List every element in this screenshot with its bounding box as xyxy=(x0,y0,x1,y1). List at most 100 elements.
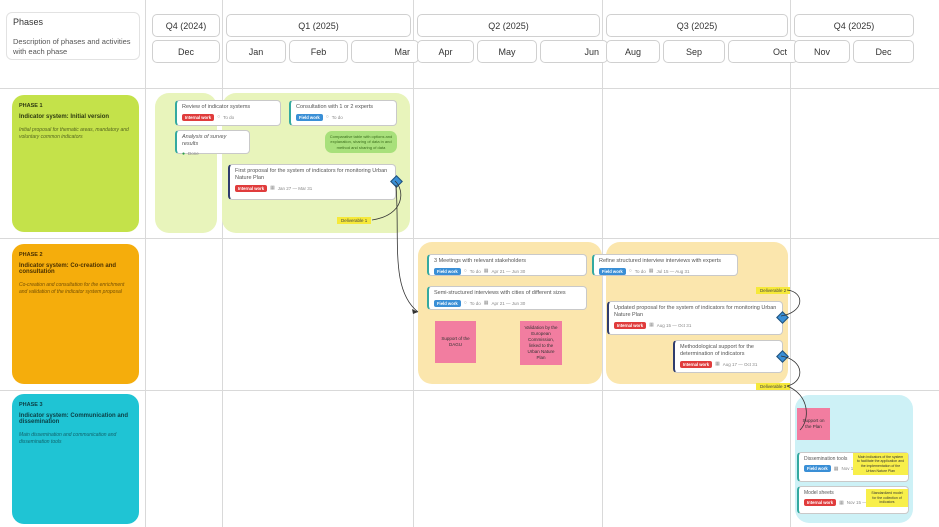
internal-work-tag: Internal work xyxy=(182,113,215,121)
month-header: Apr xyxy=(417,40,474,63)
phase-1-card[interactable]: PHASE 1 Indicator system: Initial versio… xyxy=(12,95,139,232)
month-header: Mar xyxy=(351,40,419,63)
grid-row-divider xyxy=(0,238,939,239)
deliverable-1-label: Deliverable 1 xyxy=(337,217,372,224)
phase-2-title: Indicator system: Co-creation and consul… xyxy=(19,263,117,275)
task-first-proposal[interactable]: First proposal for the system of indicat… xyxy=(228,164,396,200)
deliverable-3-label: Deliverable 3 xyxy=(756,383,791,390)
month-header: Dec xyxy=(152,40,220,63)
phase-2-description: Co-creation and consultation for the enr… xyxy=(19,282,125,295)
field-work-tag: Field work xyxy=(296,113,323,121)
task-methodological-support[interactable]: Methodological support for the determina… xyxy=(673,340,783,373)
task-updated-proposal[interactable]: Updated proposal for the system of indic… xyxy=(607,301,783,335)
internal-work-tag: Internal work xyxy=(680,360,713,368)
month-header: Dec xyxy=(853,40,914,63)
calendar-icon: ▦ xyxy=(649,322,654,329)
task-status: To do xyxy=(469,268,481,274)
quarter-header: Q2 (2025) xyxy=(417,14,600,37)
phase-3-title: Indicator system: Communication and diss… xyxy=(19,413,129,425)
month-header: Aug xyxy=(606,40,660,63)
quarter-header: Q3 (2025) xyxy=(606,14,788,37)
phase-3-card[interactable]: PHASE 3 Indicator system: Communication … xyxy=(12,394,139,524)
task-status: To do xyxy=(634,268,646,274)
task-title: Analysis of survey results xyxy=(182,134,227,147)
task-consultation-experts[interactable]: Consultation with 1 or 2 experts Field w… xyxy=(289,100,397,126)
task-title: Consultation with 1 or 2 experts xyxy=(296,104,374,110)
task-status: To do xyxy=(331,114,343,120)
task-title: Review of indicator systems xyxy=(182,104,251,110)
status-circle-icon: ○ xyxy=(628,268,632,275)
task-status: To do xyxy=(223,114,235,120)
sticky-note-main-indicators[interactable]: Main indicators of the system to facilit… xyxy=(853,453,908,475)
status-circle-icon: ○ xyxy=(217,114,221,121)
phase-1-title: Indicator system: Initial version xyxy=(19,114,110,120)
task-title: Refine structured interview interviews w… xyxy=(599,258,721,264)
field-work-tag: Field work xyxy=(804,465,831,473)
task-dates: Jul 15 — Aug 31 xyxy=(656,268,690,274)
grid-col-divider xyxy=(222,0,223,527)
phase-1-description: Initial proposal for thematic areas, man… xyxy=(19,127,129,140)
status-circle-icon: ○ xyxy=(325,114,329,121)
task-title: First proposal for the system of indicat… xyxy=(235,168,388,181)
calendar-icon: ▦ xyxy=(839,499,844,506)
sticky-note-support[interactable]: Support of the DAGU xyxy=(435,321,476,363)
sticky-note-validation[interactable]: Validation by the European Commission, l… xyxy=(520,321,562,365)
task-semi-structured-interviews[interactable]: Semi-structured interviews with cities o… xyxy=(427,286,587,310)
task-refine-interviews[interactable]: Refine structured interview interviews w… xyxy=(592,254,738,276)
calendar-icon: ▦ xyxy=(483,300,489,307)
done-check-icon: ● xyxy=(182,150,186,157)
phase-3-description: Main dissemination and communication and… xyxy=(19,432,117,445)
status-circle-icon: ○ xyxy=(463,268,467,275)
calendar-icon: ▦ xyxy=(270,185,275,192)
task-dates: Jan 27 — Mar 31 xyxy=(277,185,313,191)
internal-work-tag: Internal work xyxy=(614,321,647,329)
grid-col-divider xyxy=(413,0,414,527)
task-status: To do xyxy=(469,300,481,306)
quarter-header: Q4 (2024) xyxy=(152,14,220,37)
internal-work-tag: Internal work xyxy=(235,184,268,192)
status-circle-icon: ○ xyxy=(463,300,467,307)
phase-1-label: PHASE 1 xyxy=(19,103,43,109)
month-header: May xyxy=(477,40,537,63)
quarter-header: Q1 (2025) xyxy=(226,14,411,37)
phases-header: Phases Description of phases and activit… xyxy=(6,12,140,60)
month-header: Oct xyxy=(728,40,798,63)
phases-header-title: Phases xyxy=(13,17,44,27)
calendar-icon: ▦ xyxy=(833,465,839,472)
calendar-icon: ▦ xyxy=(648,268,654,275)
month-header: Feb xyxy=(289,40,348,63)
field-work-tag: Field work xyxy=(599,267,626,275)
task-meetings-stakeholders[interactable]: 3 Meetings with relevant stakeholders Fi… xyxy=(427,254,587,276)
task-title: Methodological support for the determina… xyxy=(680,344,754,357)
internal-work-tag: Internal work xyxy=(804,499,837,507)
sticky-note-standardized-model[interactable]: Standardized model for the collection of… xyxy=(866,489,908,507)
task-dates: Aug 17 — Oct 31 xyxy=(722,361,758,367)
task-review-indicator-systems[interactable]: Review of indicator systems Internal wor… xyxy=(175,100,281,126)
grid-col-divider xyxy=(145,0,146,527)
sticky-note-support-plan[interactable]: Support on the Plan xyxy=(797,408,830,440)
task-dates: Apr 21 — Jun 30 xyxy=(491,300,526,306)
task-title: Semi-structured interviews with cities o… xyxy=(434,290,566,296)
task-status: Done xyxy=(188,151,199,157)
task-dates: Apr 21 — Jun 30 xyxy=(491,268,526,274)
month-header: Nov xyxy=(794,40,850,63)
phases-header-description: Description of phases and activities wit… xyxy=(13,37,131,56)
month-header: Sep xyxy=(663,40,725,63)
deliverable-2-label: Deliverable 2 xyxy=(756,287,791,294)
grid-col-divider xyxy=(790,0,791,527)
field-work-tag: Field work xyxy=(434,267,461,275)
task-title: 3 Meetings with relevant stakeholders xyxy=(434,258,527,264)
field-work-tag: Field work xyxy=(434,299,461,307)
month-header: Jun xyxy=(540,40,608,63)
phase-2-card[interactable]: PHASE 2 Indicator system: Co-creation an… xyxy=(12,244,139,384)
grid-row-divider xyxy=(0,88,939,89)
quarter-header: Q4 (2025) xyxy=(794,14,914,37)
calendar-icon: ▦ xyxy=(715,361,720,368)
grid-row-divider xyxy=(0,390,939,391)
task-title: Updated proposal for the system of indic… xyxy=(614,305,777,318)
comment-bubble[interactable]: Comparative table with options and expla… xyxy=(325,131,397,153)
phase-2-label: PHASE 2 xyxy=(19,252,43,258)
month-header: Jan xyxy=(226,40,286,63)
phase-3-label: PHASE 3 xyxy=(19,402,43,408)
task-analysis-survey-results[interactable]: Analysis of survey results ● Done xyxy=(175,130,250,157)
